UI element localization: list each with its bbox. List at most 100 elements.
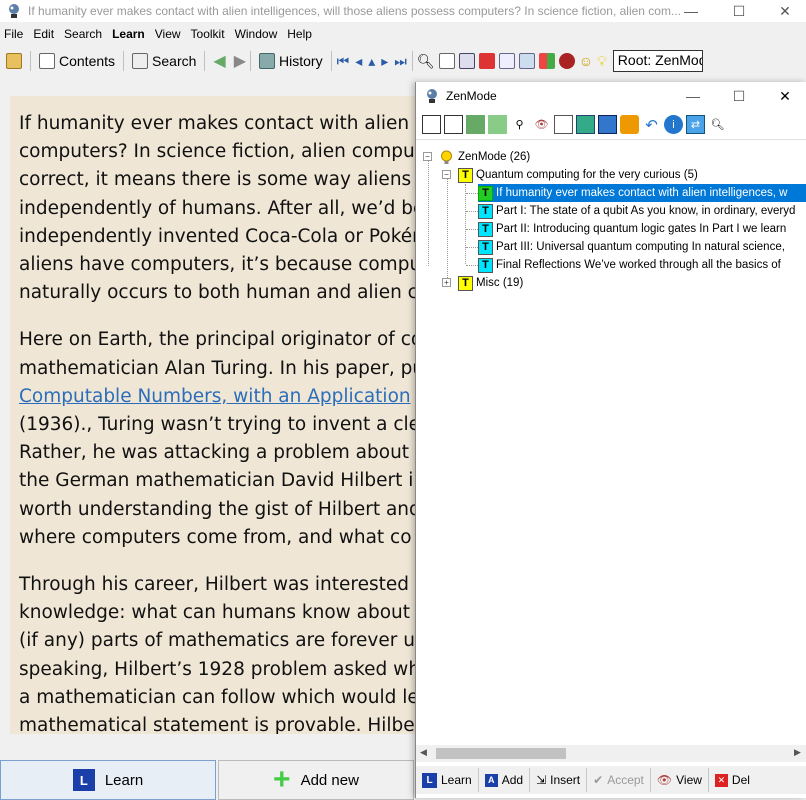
plus-icon: + [273, 763, 291, 796]
root-selector[interactable]: Root: ZenMode [612, 50, 703, 72]
zen-delete-button[interactable]: ✕ Del [709, 768, 756, 792]
list-icon[interactable] [422, 115, 441, 134]
zenmode-window: ZenMode — ☐ ✕ ⚲ 👁︎ ↶ i ⇄ 🔍︎ − ZenMode (2… [415, 82, 806, 798]
topic-icon: T [478, 185, 493, 201]
zen-learn-button[interactable]: L Learn [416, 768, 479, 792]
menu-window[interactable]: Window [231, 27, 284, 41]
windows-button[interactable] [537, 49, 557, 73]
calendar-button[interactable] [517, 49, 537, 73]
minimize-button[interactable]: — [668, 0, 714, 22]
previous-icon: ◂ [355, 52, 363, 69]
scroll-left-icon[interactable]: ◀ [420, 747, 427, 758]
next-icon: ▸ [381, 52, 389, 69]
tree-item[interactable]: T Final Reflections We’ve worked through… [478, 256, 781, 274]
sync-icon[interactable]: ⇄ [686, 115, 705, 134]
topic-icon: T [478, 203, 493, 219]
text-line: Rather, he was attacking a problem about… [19, 442, 423, 464]
translate-icon [438, 53, 455, 69]
collapse-icon[interactable]: − [423, 152, 432, 161]
arrow-left-icon: ◀ [213, 53, 226, 70]
copy-icon[interactable] [488, 115, 507, 134]
menu-file[interactable]: File [0, 27, 29, 41]
swap-icon[interactable] [576, 115, 595, 134]
open-folder-button[interactable] [0, 49, 28, 73]
zen-accept-button[interactable]: ✔ Accept [587, 768, 651, 792]
horizontal-scrollbar[interactable]: ◀ ▶ [416, 745, 806, 762]
menu-search[interactable]: Search [60, 27, 108, 41]
supermemo-app-icon[interactable] [6, 3, 22, 19]
menu-toolkit[interactable]: Toolkit [187, 27, 231, 41]
maximize-button[interactable]: ☐ [716, 0, 762, 22]
zen-delete-label: Del [731, 773, 750, 787]
help-button[interactable] [557, 49, 577, 73]
scrollbar-thumb[interactable] [436, 748, 566, 759]
menu-learn[interactable]: Learn [108, 27, 151, 41]
bulb-icon [439, 150, 454, 165]
eye-icon[interactable]: 👁︎ [532, 115, 551, 134]
insert-icon: ⇲ [536, 773, 547, 787]
tree-item-selected[interactable]: T If humanity ever makes contact with al… [478, 184, 806, 202]
tree-item[interactable]: T Part II: Introducing quantum logic gat… [478, 220, 786, 238]
tree-folder-misc[interactable]: + T Misc (19) [442, 274, 523, 292]
last-button[interactable]: ⏭ [391, 49, 410, 73]
parent-button[interactable]: ▴ [365, 49, 378, 73]
zoom-icon[interactable]: 🔍︎ [708, 115, 727, 134]
scroll-right-icon[interactable]: ▶ [794, 747, 801, 758]
previous-button[interactable]: ◂ [352, 49, 365, 73]
main-toolbar: Contents Search ◀ ▶ History ⏮ ◂ ▴ ▸ ⏭ 🔍︎… [0, 47, 806, 75]
back-button[interactable]: ◀ [207, 49, 231, 73]
paragraph-1: If humanity ever makes contact with alie… [19, 110, 430, 307]
paper-link[interactable]: Computable Numbers, with an Application [19, 383, 430, 411]
save-icon[interactable] [598, 115, 617, 134]
books-icon[interactable] [466, 115, 485, 134]
learn-button[interactable]: L Learn [0, 760, 216, 800]
expand-icon[interactable]: + [442, 278, 451, 287]
toolbar-separator [330, 51, 332, 71]
tree-root[interactable]: − ZenMode (26) [423, 148, 530, 166]
text-line: independently of humans. After all, we’d… [19, 197, 425, 219]
paragraph-3: Through his career, Hilbert was interest… [19, 571, 430, 734]
google-button[interactable] [477, 49, 497, 73]
stop-icon[interactable] [620, 115, 639, 134]
tree-folder-quantum[interactable]: − T Quantum computing for the very curio… [442, 166, 698, 184]
zen-minimize-button[interactable]: — [670, 85, 716, 107]
undo-icon[interactable]: ↶ [642, 115, 661, 134]
google-icon [478, 53, 495, 69]
close-button[interactable]: ✕ [762, 0, 806, 22]
menu-view[interactable]: View [151, 27, 187, 41]
add-new-button[interactable]: + Add new [218, 760, 414, 800]
next-button[interactable]: ▸ [378, 49, 391, 73]
zen-close-button[interactable]: ✕ [762, 85, 806, 107]
learn-icon: L [422, 772, 437, 788]
tree-item[interactable]: T Part I: The state of a qubit As you kn… [478, 202, 795, 220]
zen-accept-label: Accept [607, 773, 644, 787]
find-button[interactable]: 🔍︎ [415, 49, 437, 73]
zen-maximize-button[interactable]: ☐ [716, 85, 762, 107]
list-detail-icon[interactable] [444, 115, 463, 134]
first-button[interactable]: ⏮ [334, 49, 353, 73]
collapse-icon[interactable]: − [442, 170, 451, 179]
translate-button[interactable] [437, 49, 457, 73]
text-line: Through his career, Hilbert was interest… [19, 574, 421, 596]
guide-button[interactable]: ☺ [577, 49, 595, 73]
forward-button[interactable]: ▶ [232, 49, 248, 73]
outline-icon[interactable] [554, 115, 573, 134]
contents-button[interactable]: Contents [33, 49, 121, 73]
zen-insert-button[interactable]: ⇲ Insert [530, 768, 588, 792]
dictionary-button[interactable] [457, 49, 477, 73]
info-icon[interactable]: i [664, 115, 683, 134]
binoculars-icon[interactable]: ⚲ [510, 115, 529, 134]
tip-button[interactable]: 💡︎ [595, 49, 609, 73]
topic-icon: T [478, 257, 493, 273]
mail-button[interactable] [497, 49, 517, 73]
menu-edit[interactable]: Edit [29, 27, 60, 41]
tree-line [466, 265, 478, 266]
text-line: a mathematician can follow which would l… [19, 686, 419, 708]
search-button[interactable]: Search [126, 49, 202, 73]
text-line: (1936)., Turing wasn’t trying to invent … [19, 414, 421, 436]
menu-help[interactable]: Help [283, 27, 318, 41]
history-button[interactable]: History [253, 49, 329, 73]
zen-view-button[interactable]: 👁︎ View [651, 768, 709, 792]
zen-add-button[interactable]: A Add [479, 768, 531, 792]
tree-item[interactable]: T Part III: Universal quantum computing … [478, 238, 785, 256]
